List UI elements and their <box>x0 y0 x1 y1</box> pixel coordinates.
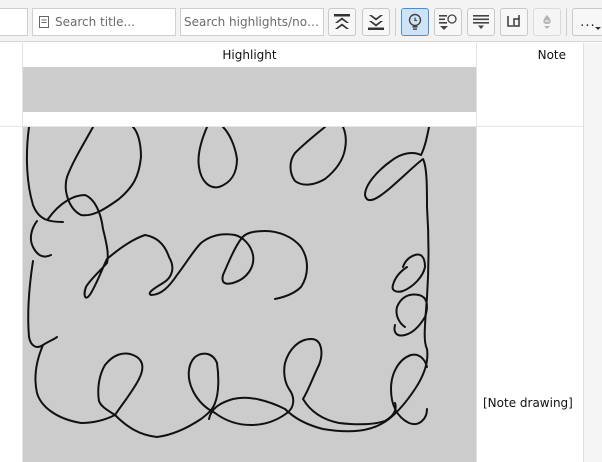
more-options-button[interactable]: ... <box>572 8 602 36</box>
left-field[interactable] <box>0 8 28 36</box>
search-notes-placeholder: Search highlights/notes... <box>184 15 323 29</box>
search-title-placeholder: Search title... <box>55 15 135 29</box>
marker-button[interactable] <box>533 8 561 36</box>
layout-icon <box>507 15 520 27</box>
list-filter-icon <box>473 15 489 29</box>
highlight-bulb-button[interactable] <box>401 8 429 36</box>
note-cell-row-2: [Note drawing] <box>483 396 573 410</box>
highlight-cell-row-2[interactable] <box>23 127 476 462</box>
layout-button[interactable] <box>500 8 528 36</box>
toolbar: Search title... Search highlights/notes.… <box>0 0 602 42</box>
highlight-drawing <box>25 127 430 438</box>
sort-by-bulb-button[interactable] <box>434 8 462 36</box>
list-filter-button[interactable] <box>467 8 495 36</box>
highlight-bulb-icon <box>408 13 422 30</box>
column-header-highlight[interactable]: Highlight <box>22 43 477 67</box>
column-divider <box>476 43 477 462</box>
sort-by-bulb-icon <box>439 14 457 30</box>
dropdown-arrow-icon <box>595 27 601 30</box>
highlight-cell-row-1[interactable] <box>23 67 476 112</box>
toolbar-separator <box>395 8 396 36</box>
more-options-label: ... <box>580 14 596 30</box>
toolbar-separator-2 <box>566 8 567 36</box>
column-header-note-label: Note <box>537 48 566 62</box>
document-icon <box>39 16 49 28</box>
vertical-scrollbar[interactable] <box>583 43 602 462</box>
search-notes-input[interactable]: Search highlights/notes... <box>180 8 324 36</box>
scroll-to-bottom-icon <box>368 15 384 30</box>
column-header-note[interactable]: Note <box>477 43 583 67</box>
marker-icon <box>543 15 551 29</box>
scroll-to-top-button[interactable] <box>328 8 356 36</box>
search-title-input[interactable]: Search title... <box>32 8 176 36</box>
scroll-to-bottom-button[interactable] <box>362 8 390 36</box>
highlights-table: Highlight Note [Note drawing] <box>0 43 602 462</box>
scroll-to-top-icon <box>334 14 350 29</box>
column-header-highlight-label: Highlight <box>222 48 277 62</box>
